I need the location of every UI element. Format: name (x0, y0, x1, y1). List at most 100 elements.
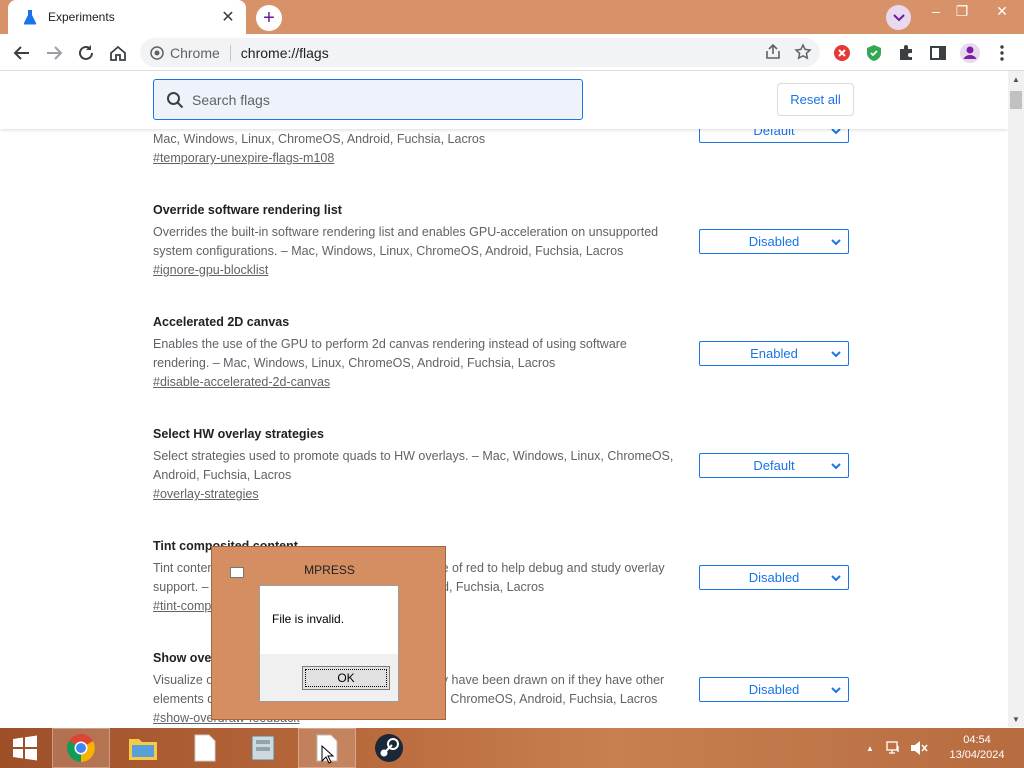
taskbar-chrome[interactable] (52, 728, 110, 768)
flag-link[interactable]: #disable-accelerated-2d-canvas (153, 375, 330, 389)
home-button[interactable] (104, 39, 132, 67)
chevron-down-icon (831, 575, 841, 582)
flags-page: Reset all Mac, Windows, Linux, ChromeOS,… (0, 71, 1008, 727)
taskbar: ▲ 04:54 13/04/2024 (0, 728, 1024, 768)
reset-all-button[interactable]: Reset all (777, 83, 854, 116)
taskbar-archive[interactable] (234, 728, 292, 768)
extension-shield-button[interactable] (860, 39, 888, 67)
scroll-down-icon[interactable]: ▼ (1012, 715, 1020, 724)
reload-icon (79, 45, 93, 60)
taskbar-mpress[interactable] (298, 728, 356, 768)
dialog-title: MPRESS (304, 563, 355, 577)
side-panel-button[interactable] (924, 39, 952, 67)
flag-link[interactable]: #temporary-unexpire-flags-m108 (153, 151, 334, 165)
volume-muted-icon[interactable] (910, 740, 928, 756)
mpress-dialog: MPRESS File is invalid. OK (211, 546, 446, 720)
reload-button[interactable] (72, 39, 100, 67)
document-icon (194, 734, 216, 762)
show-hidden-icons-icon[interactable]: ▲ (866, 744, 874, 753)
scroll-up-icon[interactable]: ▲ (1012, 75, 1020, 84)
new-tab-button[interactable]: + (256, 5, 282, 31)
flag-select-value: Disabled (748, 682, 800, 697)
ok-button[interactable]: OK (302, 666, 390, 690)
flag-name: Accelerated 2D canvas (153, 315, 290, 329)
flask-icon (22, 9, 38, 25)
puzzle-icon (900, 45, 912, 60)
tab-experiments[interactable]: Experiments ✕ (8, 0, 246, 34)
back-button[interactable] (8, 39, 36, 67)
site-chip[interactable]: Chrome (150, 44, 231, 61)
flags-header: Reset all (0, 71, 1008, 129)
chevron-down-icon (892, 13, 905, 21)
flag-select[interactable]: Default (699, 453, 849, 478)
flag-select[interactable]: Enabled (699, 341, 849, 366)
taskbar-document[interactable] (176, 728, 234, 768)
flag-select[interactable]: Disabled (699, 565, 849, 590)
flag-link[interactable]: #overlay-strategies (153, 487, 259, 501)
avatar-icon (960, 43, 980, 63)
taskbar-steam[interactable] (360, 728, 418, 768)
forward-button[interactable] (40, 39, 68, 67)
arrow-left-icon (13, 46, 29, 60)
flag-select-value: Default (753, 458, 795, 473)
start-button[interactable] (0, 728, 50, 768)
flag-select-value: Disabled (748, 570, 800, 585)
flag-description: Select strategies used to promote quads … (153, 449, 674, 482)
site-chip-label: Chrome (170, 44, 220, 61)
taskbar-file-explorer[interactable] (114, 728, 172, 768)
tab-strip: Experiments ✕ + – ❐ ✕ (0, 0, 1024, 34)
chevron-down-icon (831, 239, 841, 246)
clock-time: 04:54 (963, 734, 991, 746)
flag-name: Select HW overlay strategies (153, 427, 324, 441)
flag-name: Override software rendering list (153, 203, 342, 217)
shield-icon (867, 45, 881, 61)
windows-logo-icon (13, 735, 37, 761)
chevron-down-icon (831, 351, 841, 358)
side-panel-icon (930, 46, 946, 60)
taskbar-clock[interactable]: 04:54 13/04/2024 (944, 733, 1010, 763)
address-bar[interactable]: Chrome chrome://flags (140, 38, 820, 67)
tab-close-icon[interactable]: ✕ (220, 9, 236, 26)
clock-date: 13/04/2024 (949, 749, 1005, 761)
flag-select[interactable]: Disabled (699, 677, 849, 702)
steam-icon (375, 734, 403, 762)
home-icon (110, 45, 126, 61)
folder-icon (129, 739, 157, 760)
dialog-message: File is invalid. (272, 612, 345, 626)
tab-search-button[interactable] (886, 5, 911, 30)
mouse-cursor-icon (321, 745, 335, 764)
share-icon[interactable] (764, 43, 782, 61)
browser-toolbar: Chrome chrome://flags (0, 34, 1024, 71)
menu-button[interactable] (988, 39, 1016, 67)
extensions-button[interactable] (892, 39, 920, 67)
chrome-logo-icon (150, 45, 164, 60)
flag-select[interactable]: Disabled (699, 229, 849, 254)
network-icon[interactable] (886, 740, 902, 756)
profile-button[interactable] (956, 39, 984, 67)
url-text[interactable]: chrome://flags (241, 45, 329, 61)
dialog-body: File is invalid. OK (259, 585, 399, 702)
kebab-menu-icon (1000, 45, 1004, 61)
flag-select-value: Disabled (748, 234, 800, 249)
archive-icon (251, 735, 275, 761)
dialog-footer: OK (260, 654, 398, 701)
chevron-down-icon (831, 463, 841, 470)
tab-title: Experiments (48, 10, 115, 24)
flag-select-value: Enabled (750, 346, 798, 361)
search-icon (167, 91, 184, 108)
bookmark-star-icon[interactable] (794, 43, 812, 61)
chevron-down-icon (831, 687, 841, 694)
close-window-button[interactable]: ✕ (984, 0, 1020, 22)
search-input[interactable] (192, 91, 552, 108)
system-tray: ▲ (866, 728, 928, 768)
flag-description: Enables the use of the GPU to perform 2d… (153, 337, 627, 370)
search-box[interactable] (153, 79, 583, 120)
red-x-extension-icon (834, 45, 850, 61)
scrollbar-thumb[interactable] (1010, 91, 1022, 109)
flag-description: Mac, Windows, Linux, ChromeOS, Android, … (153, 132, 486, 146)
extension-blocker-button[interactable] (828, 39, 856, 67)
vertical-scrollbar[interactable]: ▲ ▼ (1008, 71, 1024, 727)
flag-link[interactable]: #ignore-gpu-blocklist (153, 263, 268, 277)
restore-button[interactable]: ❐ (946, 0, 978, 22)
chrome-icon (67, 734, 95, 762)
